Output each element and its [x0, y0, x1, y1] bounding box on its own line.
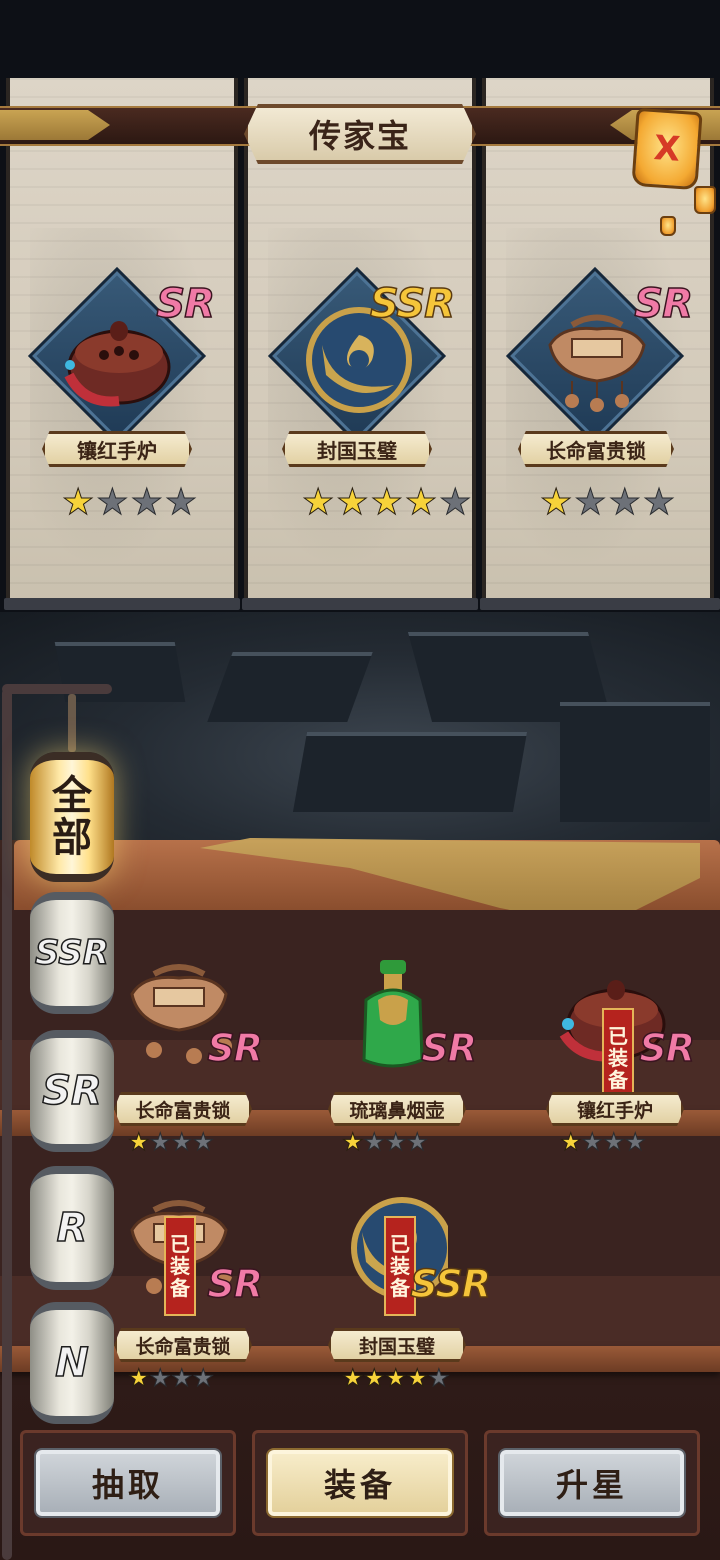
star-icon: ★ — [385, 1364, 407, 1392]
star-icon: ★ — [428, 1364, 450, 1392]
star-rating: ★ ★ ★ ★ — [342, 1128, 429, 1156]
page-title: 传家宝 — [244, 104, 476, 164]
star-icon: ★ — [574, 482, 607, 523]
rarity-badge: SR — [207, 1025, 264, 1071]
star-rating: ★ ★ ★ ★ — [560, 1128, 647, 1156]
item-name: 封国玉璧 — [328, 1328, 466, 1362]
draw-button-frame: 抽取 — [20, 1430, 236, 1536]
star-icon: ★ — [439, 482, 472, 523]
tab-n-label: N — [54, 1339, 89, 1387]
star-icon: ★ — [624, 1128, 647, 1156]
tab-all[interactable]: 全 部 — [30, 752, 114, 882]
equip-button-frame: 装备 — [252, 1430, 468, 1536]
star-icon: ★ — [642, 482, 676, 523]
star-icon: ★ — [171, 1364, 193, 1392]
star-rating: ★ ★ ★ ★ ★ — [301, 482, 472, 523]
tab-r[interactable]: R — [30, 1166, 114, 1290]
inventory-item[interactable]: SR 琉璃鼻烟壶 ★ ★ ★ ★ — [328, 960, 478, 1160]
tab-sr[interactable]: SR — [30, 1030, 114, 1152]
upgrade-star-button[interactable]: 升星 — [500, 1450, 684, 1516]
star-icon: ★ — [581, 1128, 604, 1156]
star-icon: ★ — [171, 1128, 193, 1156]
scroll-rod — [4, 598, 240, 610]
star-icon: ★ — [149, 1364, 172, 1392]
star-icon: ★ — [363, 1364, 386, 1392]
upgrade-button-frame: 升星 — [484, 1430, 700, 1536]
star-icon: ★ — [406, 1128, 429, 1156]
tab-sr-label: SR — [41, 1067, 102, 1115]
star-icon: ★ — [406, 1364, 429, 1392]
tab-ssr-label: SSR — [34, 932, 109, 974]
star-rating: ★ ★ ★ ★ — [539, 482, 676, 523]
lantern-pole — [2, 684, 112, 694]
page-title-text: 传家宝 — [308, 117, 411, 155]
star-icon: ★ — [342, 1128, 364, 1156]
tab-r-label: R — [56, 1204, 88, 1252]
scroll-rod — [242, 598, 478, 610]
equipped-tag: 已 装 备 — [164, 1216, 196, 1316]
item-name: 封国玉璧 — [282, 431, 432, 467]
star-icon: ★ — [192, 1128, 215, 1156]
star-rating: ★ ★ ★ ★ — [128, 1128, 215, 1156]
star-icon: ★ — [608, 482, 641, 523]
item-name: 长命富贵锁 — [518, 431, 674, 467]
scroll-rod — [480, 598, 720, 610]
item-name: 长命富贵锁 — [114, 1092, 252, 1126]
lantern-pole — [2, 688, 12, 1560]
star-icon: ★ — [61, 482, 95, 523]
equip-button[interactable]: 装备 — [268, 1450, 452, 1516]
star-icon: ★ — [192, 1364, 215, 1392]
draw-button[interactable]: 抽取 — [36, 1450, 220, 1516]
star-icon: ★ — [149, 1128, 172, 1156]
star-icon: ★ — [128, 1128, 150, 1156]
rarity-badge: SSR — [369, 280, 456, 328]
lantern-decoration-icon — [660, 216, 676, 236]
item-name: 镶红手炉 — [546, 1092, 684, 1126]
rarity-badge: SR — [156, 280, 216, 328]
star-icon: ★ — [130, 482, 163, 523]
tab-all-label: 全 部 — [52, 772, 92, 861]
tab-ssr[interactable]: SSR — [30, 892, 114, 1014]
star-icon: ★ — [385, 1128, 407, 1156]
featured-card[interactable]: SR 长命富贵锁 ★ ★ ★ ★ — [502, 266, 694, 525]
featured-card[interactable]: SSR 封国玉璧 ★ ★ ★ ★ ★ — [264, 266, 472, 525]
star-icon: ★ — [603, 1128, 625, 1156]
star-icon: ★ — [560, 1128, 582, 1156]
star-icon: ★ — [301, 482, 335, 523]
star-icon: ★ — [96, 482, 129, 523]
rarity-badge: SR — [639, 1025, 696, 1071]
inventory-item[interactable]: SR 长命富贵锁 ★ ★ ★ ★ — [114, 960, 264, 1160]
star-icon: ★ — [539, 482, 573, 523]
rarity-badge: SSR — [410, 1261, 492, 1307]
lantern-chain — [68, 694, 76, 752]
close-button[interactable]: X — [631, 107, 703, 191]
rarity-badge: SR — [421, 1025, 478, 1071]
inventory-item[interactable]: 已 装 备 SR 长命富贵锁 ★ ★ ★ ★ — [114, 1196, 264, 1396]
item-name: 长命富贵锁 — [114, 1328, 252, 1362]
inventory-item[interactable]: 已 装 备 SSR 封国玉璧 ★ ★ ★ ★ ★ — [328, 1196, 492, 1396]
star-icon: ★ — [370, 482, 403, 523]
star-rating: ★ ★ ★ ★ — [61, 482, 198, 523]
star-icon: ★ — [342, 1364, 364, 1392]
star-rating: ★ ★ ★ ★ ★ — [342, 1364, 451, 1392]
featured-card[interactable]: SR 镶红手炉 ★ ★ ★ ★ — [24, 266, 216, 525]
star-rating: ★ ★ ★ ★ — [128, 1364, 215, 1392]
star-icon: ★ — [336, 482, 369, 523]
inventory-item[interactable]: 已 装 备 SR 镶红手炉 ★ ★ ★ ★ — [546, 960, 696, 1160]
star-icon: ★ — [164, 482, 198, 523]
lantern-decoration-icon — [694, 186, 716, 214]
star-icon: ★ — [128, 1364, 150, 1392]
item-name: 镶红手炉 — [42, 431, 192, 467]
rarity-badge: SR — [207, 1261, 264, 1307]
star-icon: ★ — [404, 482, 438, 523]
tab-n[interactable]: N — [30, 1302, 114, 1424]
rarity-badge: SR — [634, 280, 694, 328]
item-name: 琉璃鼻烟壶 — [328, 1092, 466, 1126]
top-bar — [0, 0, 720, 60]
close-icon: X — [652, 128, 682, 170]
star-icon: ★ — [363, 1128, 386, 1156]
